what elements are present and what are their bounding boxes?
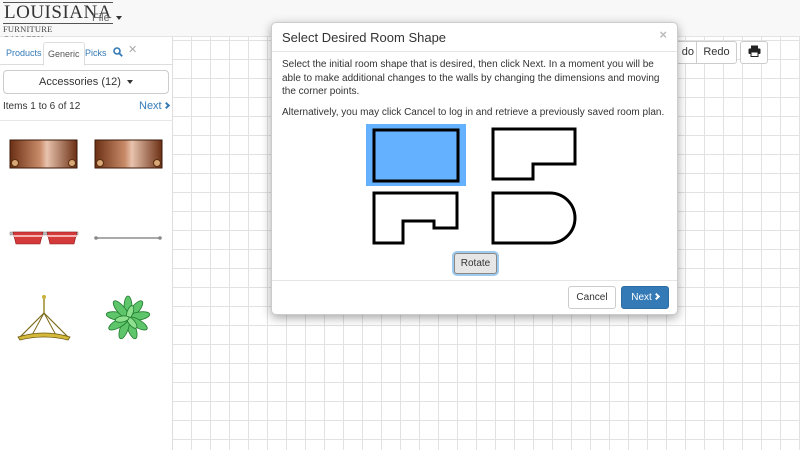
- dialog-title: Select Desired Room Shape: [282, 30, 447, 45]
- shape-option-rounded-end[interactable]: [490, 190, 580, 246]
- dialog-alternative-text: Alternatively, you may click Cancel to l…: [282, 107, 665, 118]
- dialog-header: Select Desired Room Shape ×: [272, 23, 677, 52]
- rotate-button[interactable]: Rotate: [454, 253, 497, 274]
- close-icon[interactable]: ×: [659, 27, 667, 42]
- shape-option-notched-outline: [372, 191, 459, 245]
- cancel-button[interactable]: Cancel: [568, 286, 616, 309]
- shape-option-rectangle[interactable]: [366, 124, 466, 186]
- chevron-right-icon: [652, 292, 660, 301]
- shape-option-l-shape[interactable]: [490, 126, 578, 182]
- next-button-label: Next: [631, 292, 652, 303]
- dialog-instructions: Select the initial room shape that is de…: [282, 59, 660, 97]
- dialog-footer-divider: [272, 280, 677, 281]
- next-button[interactable]: Next: [621, 286, 669, 309]
- room-shape-dialog: Select Desired Room Shape × Select the i…: [271, 22, 678, 315]
